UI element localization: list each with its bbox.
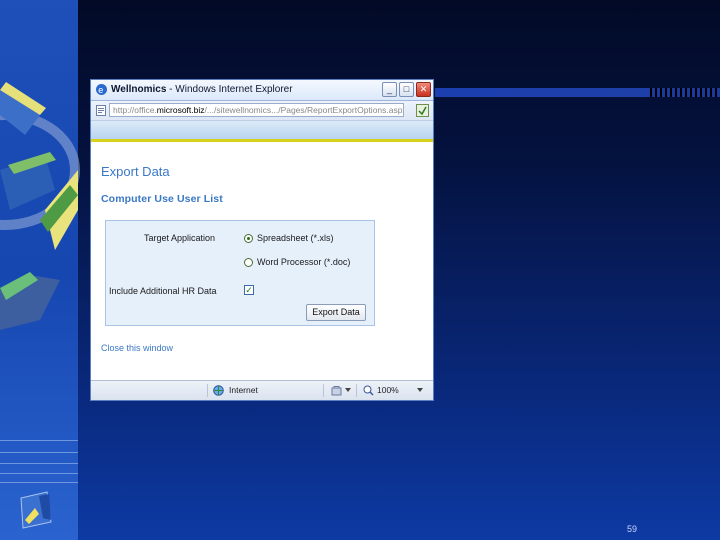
internet-explorer-icon: e <box>96 84 107 95</box>
chevron-down-icon[interactable] <box>345 387 351 393</box>
url-domain: microsoft.biz <box>156 105 205 115</box>
page-content: Export Data Computer Use User List Targe… <box>91 141 433 381</box>
status-divider <box>356 384 357 397</box>
window-title-browser: Windows Internet Explorer <box>175 84 293 95</box>
zoom-icon[interactable] <box>363 385 374 396</box>
header-band <box>91 121 433 139</box>
target-application-label: Target Application <box>144 233 216 243</box>
refresh-icon[interactable] <box>416 104 429 117</box>
word-processor-radio[interactable] <box>244 258 253 267</box>
slide-logo-icon <box>20 491 52 529</box>
minimize-button[interactable]: _ <box>382 82 397 97</box>
hr-data-label: Include Additional HR Data <box>109 286 217 296</box>
status-bar: Internet 100% <box>91 380 433 400</box>
strip-line <box>0 440 78 441</box>
url-field[interactable]: http://office.microsoft.biz/.../sitewell… <box>109 103 404 117</box>
window-title: Wellnomics - Windows Internet Explorer <box>111 84 293 95</box>
address-bar: http://office.microsoft.biz/.../sitewell… <box>91 101 433 121</box>
svg-text:e: e <box>98 85 103 95</box>
page-icon <box>96 105 106 116</box>
chevron-down-icon[interactable] <box>417 387 423 393</box>
url-prefix: http://office. <box>113 105 157 115</box>
word-processor-option-label[interactable]: Word Processor (*.doc) <box>257 257 350 267</box>
strip-line <box>0 463 78 464</box>
window-titlebar[interactable]: e Wellnomics - Windows Internet Explorer… <box>91 80 433 101</box>
window-controls: _ □ ✕ <box>382 82 431 97</box>
zoom-level[interactable]: 100% <box>377 385 399 395</box>
close-button[interactable]: ✕ <box>416 82 431 97</box>
decorative-arrows-graphic <box>0 82 80 330</box>
hr-data-checkbox[interactable]: ✓ <box>244 285 254 295</box>
close-window-link[interactable]: Close this window <box>101 343 173 353</box>
export-options-form: Target Application Spreadsheet (*.xls) W… <box>105 220 375 326</box>
page-title: Export Data <box>101 164 170 179</box>
strip-line <box>0 473 78 474</box>
maximize-button[interactable]: □ <box>399 82 414 97</box>
status-divider <box>323 384 324 397</box>
slide-page-number: 59 <box>627 524 638 534</box>
security-zone-label: Internet <box>229 385 258 395</box>
decorative-bar <box>435 88 720 97</box>
spreadsheet-option-label[interactable]: Spreadsheet (*.xls) <box>257 233 334 243</box>
browser-window: e Wellnomics - Windows Internet Explorer… <box>90 79 434 401</box>
url-path: /.../sitewellnomics.../Pages/ReportExpor… <box>204 105 404 115</box>
page-subtitle: Computer Use User List <box>101 193 223 205</box>
status-divider <box>207 384 208 397</box>
window-title-separator: - <box>166 84 176 95</box>
globe-icon <box>213 385 224 396</box>
export-data-button[interactable]: Export Data <box>306 304 366 321</box>
spreadsheet-radio[interactable] <box>244 234 253 243</box>
strip-line <box>0 482 78 483</box>
strip-line <box>0 452 78 453</box>
window-title-app: Wellnomics <box>111 84 167 95</box>
protected-mode-icon[interactable] <box>331 385 342 396</box>
